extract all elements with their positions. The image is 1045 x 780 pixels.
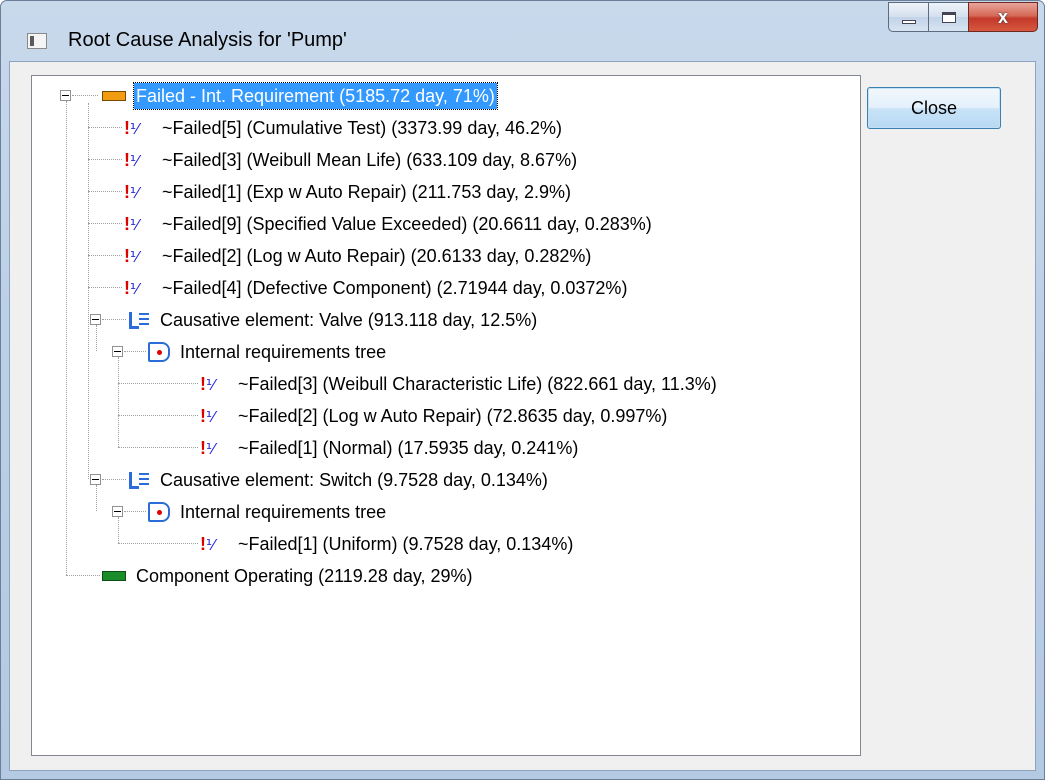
tree-connector-line: [118, 383, 198, 384]
causative-element-icon: [128, 470, 150, 490]
tree-node-label: ~Failed[5] (Cumulative Test) (3373.99 da…: [162, 117, 563, 138]
requirements-tree-icon: [148, 501, 170, 522]
title-bar[interactable]: Root Cause Analysis for 'Pump' x: [1, 1, 1044, 61]
failure-mode-icon: !⅟: [200, 533, 215, 554]
failure-mode-icon: !⅟: [124, 117, 139, 138]
tree-node-state-operating[interactable]: Component Operating (2119.28 day, 29%): [102, 560, 475, 591]
collapse-toggle-icon[interactable]: [90, 314, 101, 325]
tree-connector-line: [96, 485, 97, 511]
caption-buttons: x: [888, 2, 1038, 32]
tree-node-label: Failed - Int. Requirement (5185.72 day, …: [133, 81, 498, 110]
tree-node-label: ~Failed[2] (Log w Auto Repair) (72.8635 …: [238, 405, 668, 426]
tree-node-label: ~Failed[3] (Weibull Characteristic Life)…: [238, 373, 717, 394]
window-close-button[interactable]: x: [968, 2, 1038, 32]
requirements-tree-icon: [148, 341, 170, 362]
tree-connector-line: [88, 223, 122, 224]
tree-node-label: ~Failed[1] (Normal) (17.5935 day, 0.241%…: [238, 437, 579, 458]
tree-connector-line: [118, 517, 119, 543]
minimize-icon: [901, 20, 916, 24]
tree-connector-line: [88, 191, 122, 192]
tree-node-requirements[interactable]: Internal requirements tree: [148, 336, 388, 367]
orange-state-icon: [102, 90, 126, 101]
tree-connector-line: [102, 479, 126, 480]
tree-node-failure[interactable]: !⅟ ~Failed[9] (Specified Value Exceeded) …: [124, 208, 654, 239]
maximize-button[interactable]: [928, 2, 968, 32]
tree-connector-line: [96, 325, 97, 351]
tree-node-failure[interactable]: !⅟ ~Failed[2] (Log w Auto Repair) (72.863…: [200, 400, 669, 431]
tree-node-label: Component Operating (2119.28 day, 29%): [136, 565, 473, 586]
window-app-icon[interactable]: [27, 33, 47, 49]
close-icon: x: [997, 6, 1008, 27]
causative-element-icon: [128, 310, 150, 330]
tree-node-requirements[interactable]: Internal requirements tree: [148, 496, 388, 527]
failure-mode-icon: !⅟: [200, 373, 215, 394]
tree-node-label: Causative element: Switch (9.7528 day, 0…: [160, 469, 548, 490]
tree-node-causative[interactable]: Causative element: Switch (9.7528 day, 0…: [128, 464, 550, 495]
failure-mode-icon: !⅟: [200, 437, 215, 458]
failure-mode-icon: !⅟: [124, 277, 139, 298]
tree-connector-line: [88, 287, 122, 288]
tree-node-label: Causative element: Valve (913.118 day, 1…: [160, 309, 538, 330]
tree-node-failure[interactable]: !⅟ ~Failed[1] (Exp w Auto Repair) (211.75…: [124, 176, 573, 207]
window-title: Root Cause Analysis for 'Pump': [68, 29, 347, 51]
tree-connector-line: [88, 159, 122, 160]
tree-node-failure[interactable]: !⅟ ~Failed[4] (Defective Component) (2.71…: [124, 272, 629, 303]
dialog-window: Root Cause Analysis for 'Pump' x Failed …: [0, 0, 1045, 780]
minimize-button[interactable]: [888, 2, 928, 32]
tree-connector-line: [102, 319, 126, 320]
tree-connector-line: [124, 351, 146, 352]
tree-node-label: ~Failed[2] (Log w Auto Repair) (20.6133 …: [162, 245, 592, 266]
failure-mode-icon: !⅟: [124, 245, 139, 266]
maximize-icon: [941, 11, 956, 23]
tree-node-failure[interactable]: !⅟ ~Failed[1] (Uniform) (9.7528 day, 0.13…: [200, 528, 575, 559]
collapse-toggle-icon[interactable]: [112, 506, 123, 517]
close-button[interactable]: Close: [867, 87, 1001, 129]
tree-connector-line: [118, 415, 198, 416]
root-cause-tree[interactable]: Failed - Int. Requirement (5185.72 day, …: [31, 75, 861, 756]
tree-connector-line: [88, 255, 122, 256]
tree-node-causative[interactable]: Causative element: Valve (913.118 day, 1…: [128, 304, 539, 335]
tree-connector-line: [118, 543, 198, 544]
tree-node-failure[interactable]: !⅟ ~Failed[3] (Weibull Characteristic Lif…: [200, 368, 719, 399]
tree-connector-line: [66, 101, 67, 575]
tree-node-label: ~Failed[1] (Uniform) (9.7528 day, 0.134%…: [238, 533, 574, 554]
tree-connector-line: [124, 511, 146, 512]
tree-node-failure[interactable]: !⅟ ~Failed[5] (Cumulative Test) (3373.99 …: [124, 112, 564, 143]
tree-connector-line: [66, 575, 100, 576]
tree-node-label: ~Failed[4] (Defective Component) (2.7194…: [162, 277, 628, 298]
failure-mode-icon: !⅟: [124, 181, 139, 202]
tree-node-failure[interactable]: !⅟ ~Failed[2] (Log w Auto Repair) (20.613…: [124, 240, 593, 271]
tree-node-label: ~Failed[9] (Specified Value Exceeded) (2…: [162, 213, 652, 234]
tree-node-state-failed[interactable]: Failed - Int. Requirement (5185.72 day, …: [102, 80, 498, 111]
tree-node-label: Internal requirements tree: [180, 501, 387, 522]
failure-mode-icon: !⅟: [124, 149, 139, 170]
tree-connector-line: [118, 447, 198, 448]
failure-mode-icon: !⅟: [200, 405, 215, 426]
collapse-toggle-icon[interactable]: [60, 90, 71, 101]
collapse-toggle-icon[interactable]: [90, 474, 101, 485]
tree-node-label: ~Failed[3] (Weibull Mean Life) (633.109 …: [162, 149, 578, 170]
tree-node-failure[interactable]: !⅟ ~Failed[3] (Weibull Mean Life) (633.10…: [124, 144, 579, 175]
collapse-toggle-icon[interactable]: [112, 346, 123, 357]
tree-node-failure[interactable]: !⅟ ~Failed[1] (Normal) (17.5935 day, 0.24…: [200, 432, 580, 463]
dialog-client-area: Failed - Int. Requirement (5185.72 day, …: [9, 61, 1036, 771]
tree-connector-line: [88, 127, 122, 128]
tree-node-label: Internal requirements tree: [180, 341, 387, 362]
failure-mode-icon: !⅟: [124, 213, 139, 234]
tree-connector-line: [72, 95, 98, 96]
tree-node-label: ~Failed[1] (Exp w Auto Repair) (211.753 …: [162, 181, 572, 202]
tree-connector-line: [118, 357, 119, 447]
green-state-icon: [102, 570, 126, 581]
